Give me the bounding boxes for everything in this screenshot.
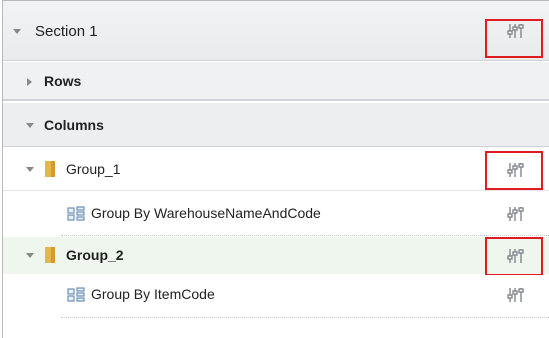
group-by-label: Group By WarehouseNameAndCode	[91, 205, 321, 221]
rows-label: Rows	[44, 73, 82, 89]
highlight-box	[485, 151, 543, 190]
columns-label: Columns	[44, 117, 104, 133]
group-label: Group_2	[66, 247, 124, 263]
row-divider	[61, 235, 549, 236]
collapse-icon[interactable]	[26, 253, 34, 258]
section-label: Section 1	[35, 23, 98, 40]
expand-icon[interactable]	[27, 78, 32, 86]
collapse-icon[interactable]	[26, 123, 34, 128]
settings-sliders-icon[interactable]	[507, 206, 527, 222]
section-header[interactable]: Section 1	[3, 1, 549, 61]
collapse-icon[interactable]	[26, 167, 34, 172]
group-by-icon	[67, 206, 85, 221]
collapse-icon[interactable]	[13, 29, 21, 34]
row-divider	[61, 317, 549, 318]
group-by-label: Group By ItemCode	[91, 286, 215, 302]
columns-header[interactable]: Columns	[3, 103, 549, 147]
group-row-selected[interactable]: Group_2	[3, 237, 549, 274]
group-label: Group_1	[66, 161, 121, 177]
group-by-row[interactable]: Group By WarehouseNameAndCode	[3, 192, 549, 236]
settings-sliders-icon[interactable]	[507, 287, 527, 303]
rows-header[interactable]: Rows	[3, 62, 549, 101]
folder-icon	[45, 161, 55, 177]
group-by-icon	[67, 287, 85, 302]
group-row[interactable]: Group_1	[3, 148, 549, 191]
highlight-box	[485, 237, 543, 276]
highlight-box	[485, 19, 543, 58]
folder-icon	[45, 247, 55, 263]
group-by-row[interactable]: Group By ItemCode	[3, 275, 549, 319]
